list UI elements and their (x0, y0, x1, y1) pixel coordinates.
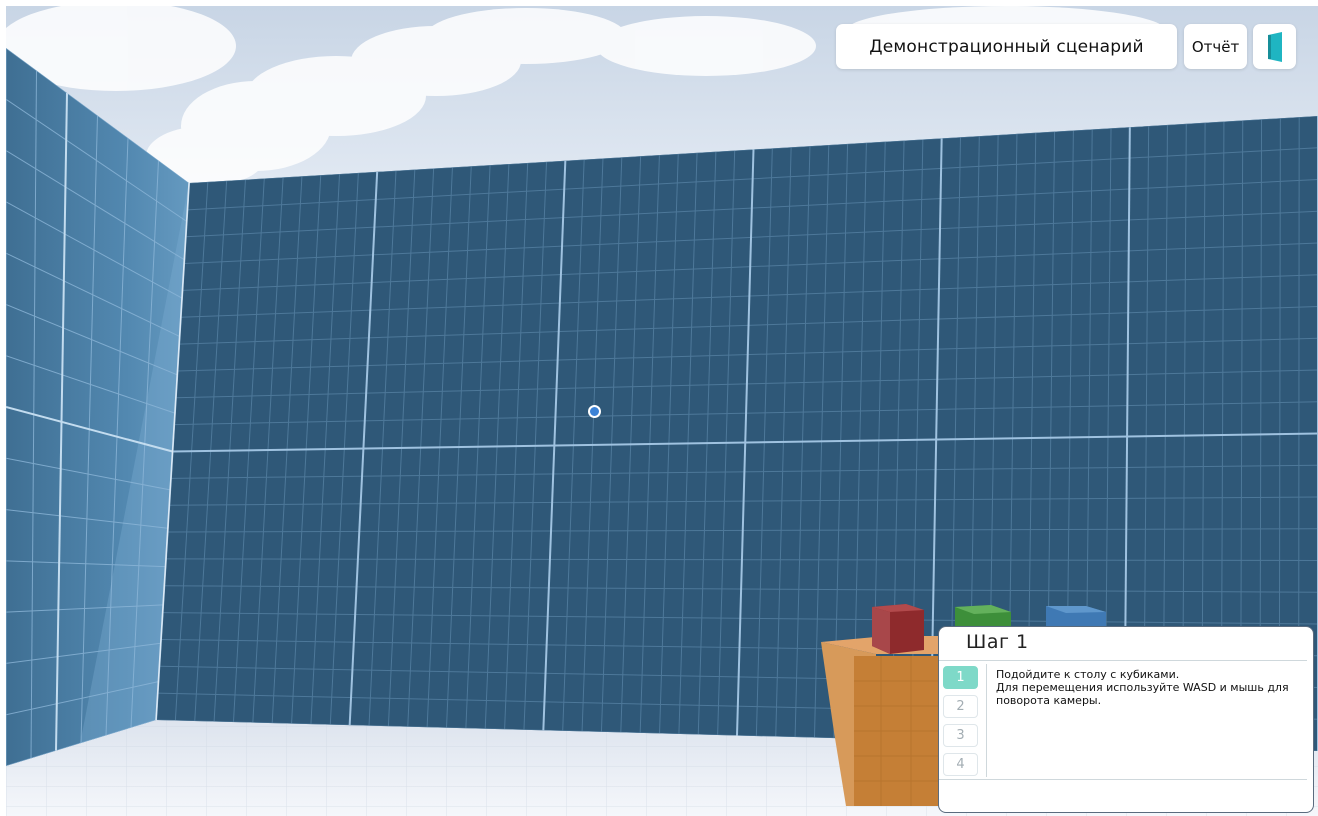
scenario-title: Демонстрационный сценарий (836, 24, 1177, 69)
step-instructions: Подойдите к столу с кубиками. Для переме… (996, 668, 1312, 707)
step-tab-4[interactable]: 4 (943, 753, 978, 776)
step-instruction-line: Подойдите к столу с кубиками. (996, 668, 1180, 681)
step-tab-1[interactable]: 1 (943, 666, 978, 689)
report-button[interactable]: Отчёт (1184, 24, 1247, 69)
step-panel: Шаг 1 1 2 3 4 Подойдите к столу с кубика… (938, 626, 1314, 813)
step-tab-3[interactable]: 3 (943, 724, 978, 747)
step-tab-2[interactable]: 2 (943, 695, 978, 718)
game-viewport[interactable]: Демонстрационный сценарий Отчёт Шаг 1 1 … (0, 0, 1318, 816)
divider (939, 660, 1307, 661)
crosshair-icon (588, 405, 601, 418)
divider (986, 664, 987, 777)
step-tabs: 1 2 3 4 (943, 666, 983, 782)
divider (939, 779, 1307, 780)
exit-button[interactable] (1253, 24, 1296, 69)
step-instruction-line: Для перемещения используйте WASD и мышь … (996, 681, 1289, 707)
door-exit-icon (1267, 31, 1282, 62)
step-title: Шаг 1 (966, 631, 1029, 653)
